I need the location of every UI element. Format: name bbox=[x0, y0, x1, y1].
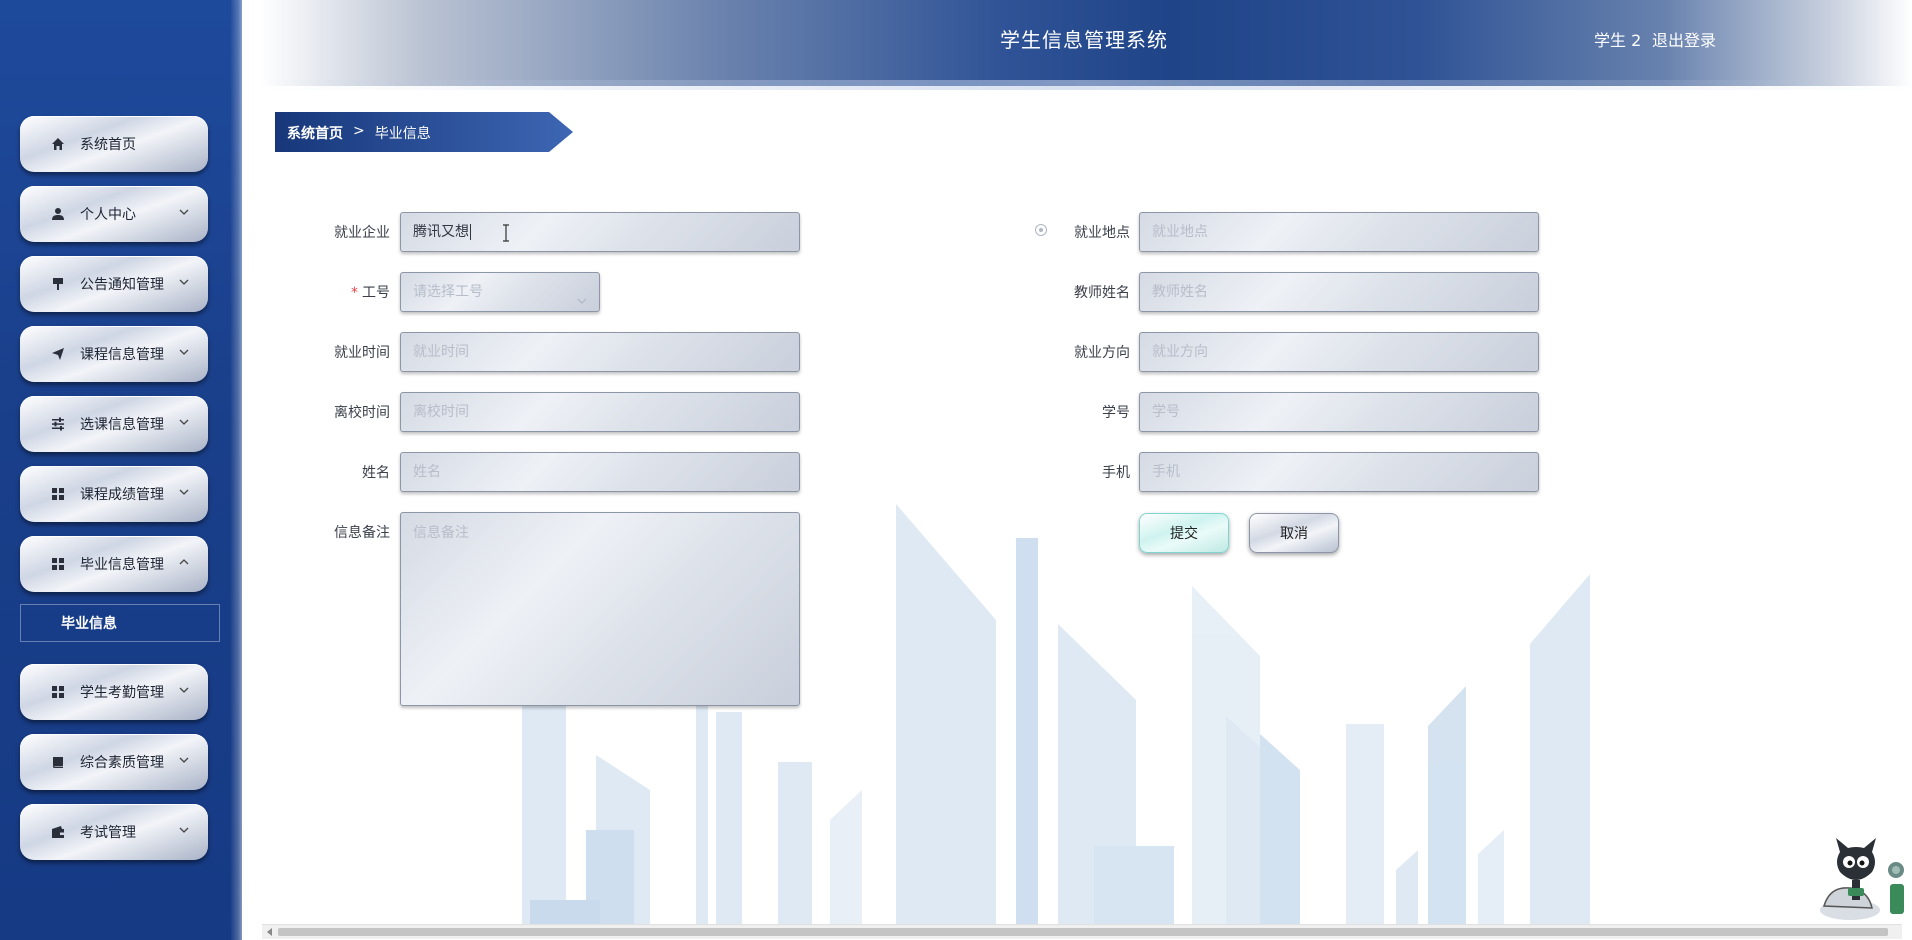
student-no-label: 学号 bbox=[1102, 405, 1130, 421]
chevron-down-icon bbox=[176, 204, 192, 220]
chevron-up-icon bbox=[176, 554, 192, 570]
teacher-label: 教师姓名 bbox=[1074, 285, 1130, 301]
sidebar-item-label: 公告通知管理 bbox=[80, 277, 164, 293]
scrollbar-thumb[interactable] bbox=[278, 928, 1888, 936]
horizontal-scrollbar[interactable] bbox=[262, 924, 1902, 939]
student-no-input[interactable]: 学号 bbox=[1139, 392, 1539, 432]
ibeam-cursor-icon bbox=[503, 224, 509, 242]
leave-time-label: 离校时间 bbox=[334, 405, 390, 421]
sidebar-item-label: 毕业信息管理 bbox=[80, 557, 164, 573]
employ-time-label: 就业时间 bbox=[334, 345, 390, 361]
employee-no-label: * 工号 bbox=[351, 285, 390, 301]
breadcrumb: 系统首页 > 毕业信息 bbox=[275, 112, 573, 152]
sidebar-item-home[interactable]: 系统首页 bbox=[20, 116, 208, 172]
employee-no-placeholder: 请选择工号 bbox=[413, 284, 483, 300]
chevron-down-icon bbox=[176, 344, 192, 360]
book-icon bbox=[50, 754, 66, 770]
send-icon bbox=[50, 346, 66, 362]
sidebar-item-label: 选课信息管理 bbox=[80, 417, 164, 433]
sidebar-item-personal-center[interactable]: 个人中心 bbox=[20, 186, 208, 242]
top-header: 学生信息管理系统 学生 2 退出登录 bbox=[260, 0, 1912, 90]
sidebar-item-label: 综合素质管理 bbox=[80, 755, 164, 771]
chevron-down-icon bbox=[176, 682, 192, 698]
employ-time-input[interactable]: 就业时间 bbox=[400, 332, 800, 372]
logout-link[interactable]: 退出登录 bbox=[1652, 27, 1716, 51]
sidebar-item-label: 系统首页 bbox=[80, 137, 136, 153]
teacher-input[interactable]: 教师姓名 bbox=[1139, 272, 1539, 312]
grid-icon bbox=[50, 684, 66, 700]
home-icon bbox=[50, 136, 66, 152]
phone-input[interactable]: 手机 bbox=[1139, 452, 1539, 492]
grid-icon bbox=[50, 556, 66, 572]
sidebar-item-quality[interactable]: 综合素质管理 bbox=[20, 734, 208, 790]
direction-label: 就业方向 bbox=[1074, 345, 1130, 361]
page-title: 学生信息管理系统 bbox=[1000, 28, 1168, 52]
name-input[interactable]: 姓名 bbox=[400, 452, 800, 492]
text-caret bbox=[470, 224, 471, 240]
wallet-icon bbox=[50, 824, 66, 840]
sidebar-item-label: 课程成绩管理 bbox=[80, 487, 164, 503]
company-label: 就业企业 bbox=[334, 225, 390, 241]
company-input[interactable]: 腾讯又想 bbox=[400, 212, 800, 252]
company-input-value: 腾讯又想 bbox=[413, 224, 469, 240]
sliders-icon bbox=[50, 416, 66, 432]
chevron-down-icon bbox=[176, 484, 192, 500]
breadcrumb-separator: > bbox=[353, 123, 365, 139]
user-icon bbox=[50, 206, 66, 222]
sidebar-subitem-graduation-info[interactable]: 毕业信息 bbox=[20, 604, 220, 642]
remark-textarea[interactable]: 信息备注 bbox=[400, 512, 800, 706]
location-label: 就业地点 bbox=[1074, 225, 1130, 241]
required-mark: * bbox=[351, 285, 358, 301]
notice-icon bbox=[50, 276, 66, 292]
sidebar-item-course-score[interactable]: 课程成绩管理 bbox=[20, 466, 208, 522]
sidebar-item-course-info[interactable]: 课程信息管理 bbox=[20, 326, 208, 382]
location-input[interactable]: 就业地点 bbox=[1139, 212, 1539, 252]
direction-input[interactable]: 就业方向 bbox=[1139, 332, 1539, 372]
sidebar-item-notice[interactable]: 公告通知管理 bbox=[20, 256, 208, 312]
scroll-left-icon[interactable] bbox=[266, 928, 274, 936]
chevron-down-icon bbox=[176, 752, 192, 768]
sidebar-item-attendance[interactable]: 学生考勤管理 bbox=[20, 664, 208, 720]
name-label: 姓名 bbox=[362, 465, 390, 481]
chevron-down-icon bbox=[176, 822, 192, 838]
breadcrumb-current: 毕业信息 bbox=[374, 126, 431, 142]
leave-time-input[interactable]: 离校时间 bbox=[400, 392, 800, 432]
breadcrumb-home[interactable]: 系统首页 bbox=[287, 123, 343, 143]
sidebar-item-label: 个人中心 bbox=[80, 207, 136, 223]
chevron-down-icon bbox=[575, 285, 589, 311]
sidebar-item-label: 课程信息管理 bbox=[80, 347, 164, 363]
sidebar-item-label: 考试管理 bbox=[80, 825, 136, 841]
sidebar-item-label: 学生考勤管理 bbox=[80, 685, 164, 701]
chevron-down-icon bbox=[176, 414, 192, 430]
current-user: 学生 2 bbox=[1594, 31, 1642, 50]
employee-no-select[interactable]: 请选择工号 bbox=[400, 272, 600, 312]
sidebar-edge bbox=[230, 0, 242, 940]
sidebar-item-exam[interactable]: 考试管理 bbox=[20, 804, 208, 860]
sidebar: 系统首页 个人中心 公告通知管理 课程信息管理 选课信息管理 课程成绩管理 毕业… bbox=[0, 0, 242, 940]
cancel-button[interactable]: 取消 bbox=[1249, 513, 1339, 553]
mascot-cat-icon[interactable] bbox=[1810, 836, 1906, 926]
remark-label: 信息备注 bbox=[334, 525, 390, 541]
sidebar-item-graduation[interactable]: 毕业信息管理 bbox=[20, 536, 208, 592]
sidebar-item-course-selection[interactable]: 选课信息管理 bbox=[20, 396, 208, 452]
grid-icon bbox=[50, 486, 66, 502]
chevron-down-icon bbox=[176, 274, 192, 290]
submit-button[interactable]: 提交 bbox=[1139, 513, 1229, 553]
phone-label: 手机 bbox=[1102, 465, 1130, 481]
